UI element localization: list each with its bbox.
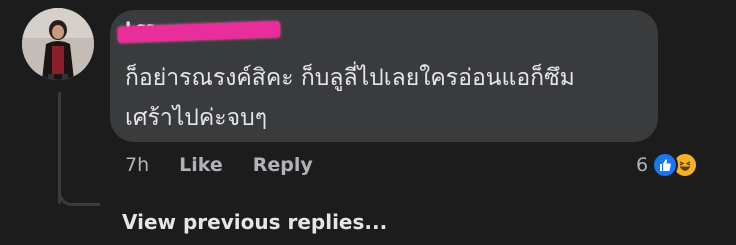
- reaction-summary[interactable]: 6: [636, 150, 699, 180]
- view-previous-replies-link[interactable]: View previous replies...: [122, 210, 387, 234]
- reply-thread-connector: [58, 176, 100, 206]
- reaction-count: 6: [636, 154, 649, 176]
- comment-text-line-1: ก็อย่ารณรงค์สิคะ ก็บลูลี่ไปเลยใครอ่อนแอก…: [125, 65, 575, 91]
- like-button[interactable]: Like: [179, 154, 223, 176]
- reply-button[interactable]: Reply: [253, 154, 313, 176]
- avatar-photo: [22, 8, 94, 80]
- comment-text-line-2: เศร้าไปค่ะจบๆ: [125, 105, 268, 131]
- comment-text: ก็อย่ารณรงค์สิคะ ก็บลูลี่ไปเลยใครอ่อนแอก…: [125, 58, 645, 138]
- like-icon: [652, 152, 679, 178]
- comment-timestamp[interactable]: 7h: [125, 154, 149, 176]
- avatar[interactable]: [22, 8, 94, 80]
- comment-actions: 7h Like Reply: [125, 150, 343, 180]
